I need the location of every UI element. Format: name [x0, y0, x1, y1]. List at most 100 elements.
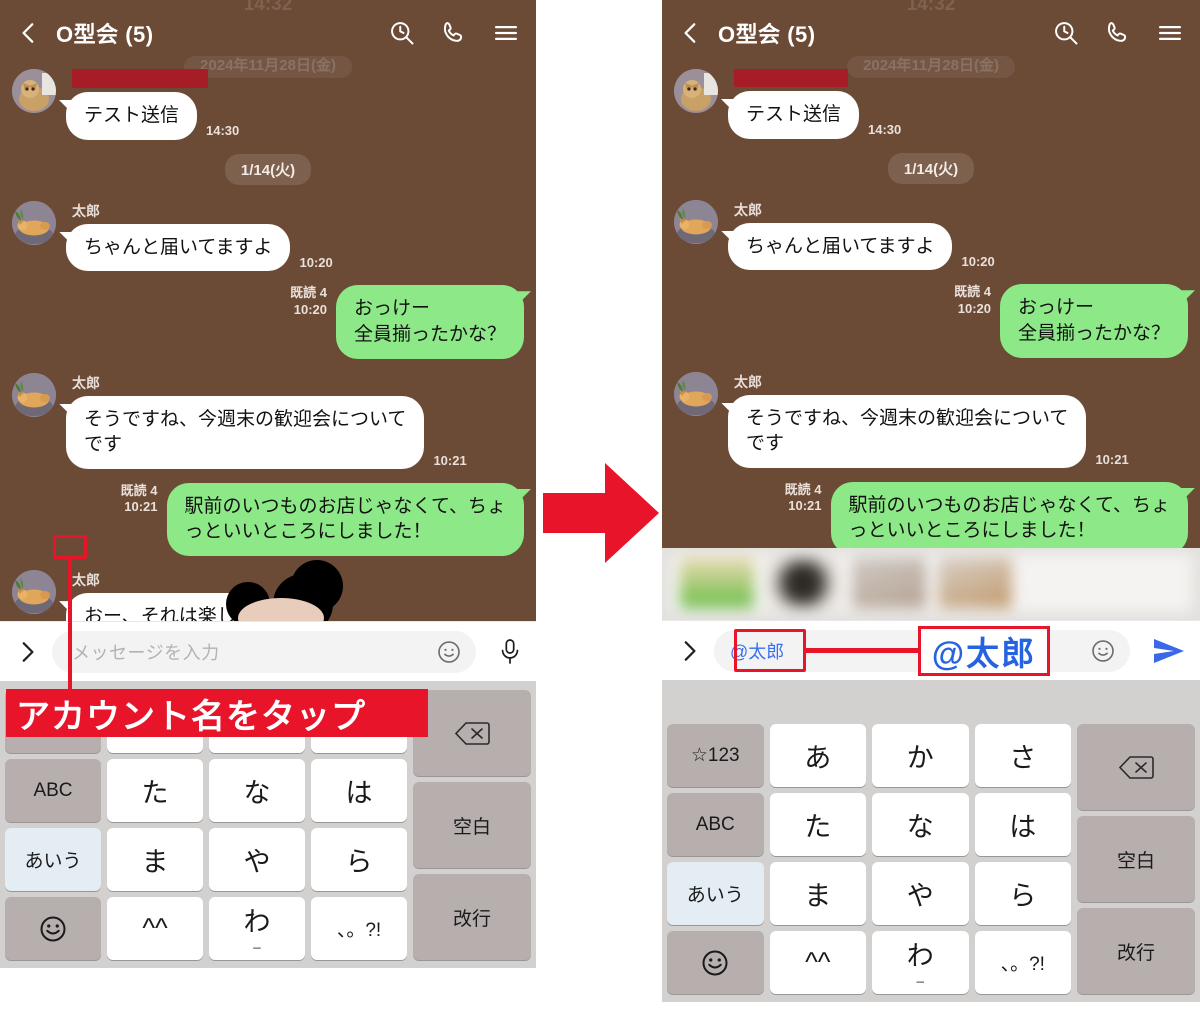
key-delete[interactable] [413, 690, 531, 776]
search-field-wrapper[interactable]: メッセージを入力 [52, 630, 476, 673]
key-enter[interactable]: 改行 [1077, 908, 1195, 994]
message-bubble[interactable]: テスト送信 [66, 92, 198, 140]
key-na[interactable]: な [872, 793, 969, 856]
key-ha[interactable]: は [974, 793, 1071, 856]
search-clock-icon[interactable] [388, 19, 416, 47]
message-bubble[interactable]: 駅前のいつものお店じゃなくて、ちょ っといいところにしました！ [166, 482, 524, 557]
message-row: 太郎 ちゃんと届いてますよ 10:20 [674, 199, 1188, 271]
message-bubble[interactable]: テスト送信 [728, 91, 860, 139]
keyboard-main: ☆123 あ か さ ABC た な は あいう ま や [667, 724, 1071, 994]
message-bubble[interactable]: 駅前のいつものお店じゃなくて、ちょ っといいところにしました！ [830, 481, 1188, 548]
sender-name-redacted [734, 69, 848, 87]
key-ra[interactable]: ら [974, 862, 1071, 925]
message-bubble[interactable]: ちゃんと届いてますよ [728, 222, 953, 271]
hamburger-menu-icon[interactable] [492, 19, 520, 47]
key-aiu[interactable]: あいう [5, 828, 101, 891]
key-space[interactable]: 空白 [1077, 816, 1195, 902]
mention-token[interactable]: @太郎 [730, 638, 784, 664]
key-emoji[interactable] [5, 897, 101, 960]
date-separator: 1/14(火) [887, 152, 975, 184]
keyboard-side-column: 空白 改行 [1077, 724, 1195, 994]
key-delete[interactable] [1077, 724, 1195, 810]
sticker-thumbnail[interactable] [938, 558, 1012, 608]
avatar[interactable] [12, 69, 56, 113]
avatar[interactable] [12, 200, 56, 245]
keyboard-side-column: 空白 改行 [413, 690, 531, 960]
sticker-thumbnail[interactable] [680, 558, 754, 608]
smiley-face-icon[interactable] [1090, 638, 1116, 664]
key-ta[interactable]: た [769, 793, 866, 856]
key-kaomoji[interactable]: ^^ [107, 897, 203, 960]
message-time: 10:20 [293, 301, 327, 317]
message-time: 10:20 [957, 300, 991, 316]
key-punctuation[interactable]: 、。?! [311, 897, 407, 960]
key-ta[interactable]: た [107, 759, 203, 822]
key-ya[interactable]: や [872, 862, 969, 925]
microphone-icon[interactable] [488, 637, 522, 667]
message-row: 太郎 そうですね、今週末の歓迎会について です 10:21 [674, 371, 1188, 468]
phone-icon[interactable] [440, 19, 468, 47]
back-chevron-icon[interactable] [678, 20, 704, 46]
bubble-line: ちゃんと届いてますよ 10:20 [728, 222, 995, 271]
annotation-banner: アカウント名をタップ [6, 689, 428, 737]
avatar[interactable] [674, 199, 718, 244]
keyboard-row: ABC た な は [5, 759, 407, 822]
key-ha[interactable]: は [311, 759, 407, 822]
read-count: 既読 4 [290, 285, 327, 301]
read-receipt: 既読 4 10:21 [785, 482, 822, 515]
message-bubble[interactable]: そうですね、今週末の歓迎会について です [66, 395, 425, 469]
key-wa[interactable]: わ _ [209, 897, 305, 960]
key-symbols-123[interactable]: ☆123 [667, 724, 764, 787]
message-content: 太郎 そうですね、今週末の歓迎会について です 10:21 [66, 373, 467, 469]
keyboard-row: あいう ま や ら [5, 828, 407, 891]
key-abc[interactable]: ABC [5, 759, 101, 822]
key-punctuation[interactable]: 、。?! [974, 931, 1071, 994]
read-receipt: 既読 4 10:20 [290, 285, 327, 318]
message-bubble[interactable]: おっけー 全員揃ったかな？ [999, 284, 1188, 358]
key-aiu[interactable]: あいう [667, 862, 764, 925]
sticker-suggestion-strip[interactable] [662, 548, 1200, 620]
sticker-thumbnail[interactable] [766, 558, 840, 608]
chevron-right-icon[interactable] [676, 638, 702, 664]
message-content: テスト送信 14:30 [66, 69, 239, 140]
key-ya[interactable]: や [209, 828, 305, 891]
message-row: テスト送信 14:30 [12, 69, 524, 140]
phone-screen-after: 14:32 2024年11月28日(金) O型会 (5) テスト送信 14:30… [662, 0, 1200, 1030]
avatar[interactable] [12, 372, 56, 417]
hamburger-menu-icon[interactable] [1156, 19, 1184, 47]
key-sa[interactable]: さ [974, 724, 1071, 787]
key-emoji[interactable] [667, 931, 764, 994]
message-time: 10:21 [788, 498, 822, 514]
avatar[interactable] [12, 570, 56, 615]
key-a[interactable]: あ [769, 724, 866, 787]
message-time: 10:21 [433, 452, 467, 468]
back-chevron-icon[interactable] [16, 20, 42, 46]
key-na[interactable]: な [209, 759, 305, 822]
message-row: 既読 4 10:20 おっけー 全員揃ったかな？ [674, 284, 1188, 358]
key-enter[interactable]: 改行 [413, 874, 531, 960]
key-abc[interactable]: ABC [667, 793, 764, 856]
annotation-connector-line-2 [806, 648, 923, 653]
key-kaomoji[interactable]: ^^ [769, 931, 866, 994]
message-bubble[interactable]: ちゃんと届いてますよ [66, 223, 291, 272]
annotation-mention-text: @太郎 [931, 635, 1037, 672]
key-ma[interactable]: ま [769, 862, 866, 925]
phone-icon[interactable] [1104, 19, 1132, 47]
avatar[interactable] [674, 371, 718, 416]
chevron-right-icon[interactable] [14, 639, 40, 665]
key-wa[interactable]: わ _ [872, 931, 969, 994]
chat-area-left: 14:32 2024年11月28日(金) O型会 (5) テスト送信 14:30… [0, 0, 536, 621]
keyboard-row: ABC た な は [667, 793, 1071, 856]
send-paper-plane-icon[interactable] [1142, 636, 1186, 666]
key-ra[interactable]: ら [311, 828, 407, 891]
key-space[interactable]: 空白 [413, 782, 531, 868]
key-ka[interactable]: か [872, 724, 969, 787]
smiley-face-icon[interactable] [436, 639, 462, 665]
sticker-thumbnail[interactable] [852, 558, 926, 608]
header-actions [388, 19, 520, 47]
avatar[interactable] [674, 69, 718, 113]
key-ma[interactable]: ま [107, 828, 203, 891]
search-clock-icon[interactable] [1052, 19, 1080, 47]
message-bubble[interactable]: おっけー 全員揃ったかな？ [335, 285, 524, 359]
message-bubble[interactable]: そうですね、今週末の歓迎会について です [728, 394, 1087, 468]
